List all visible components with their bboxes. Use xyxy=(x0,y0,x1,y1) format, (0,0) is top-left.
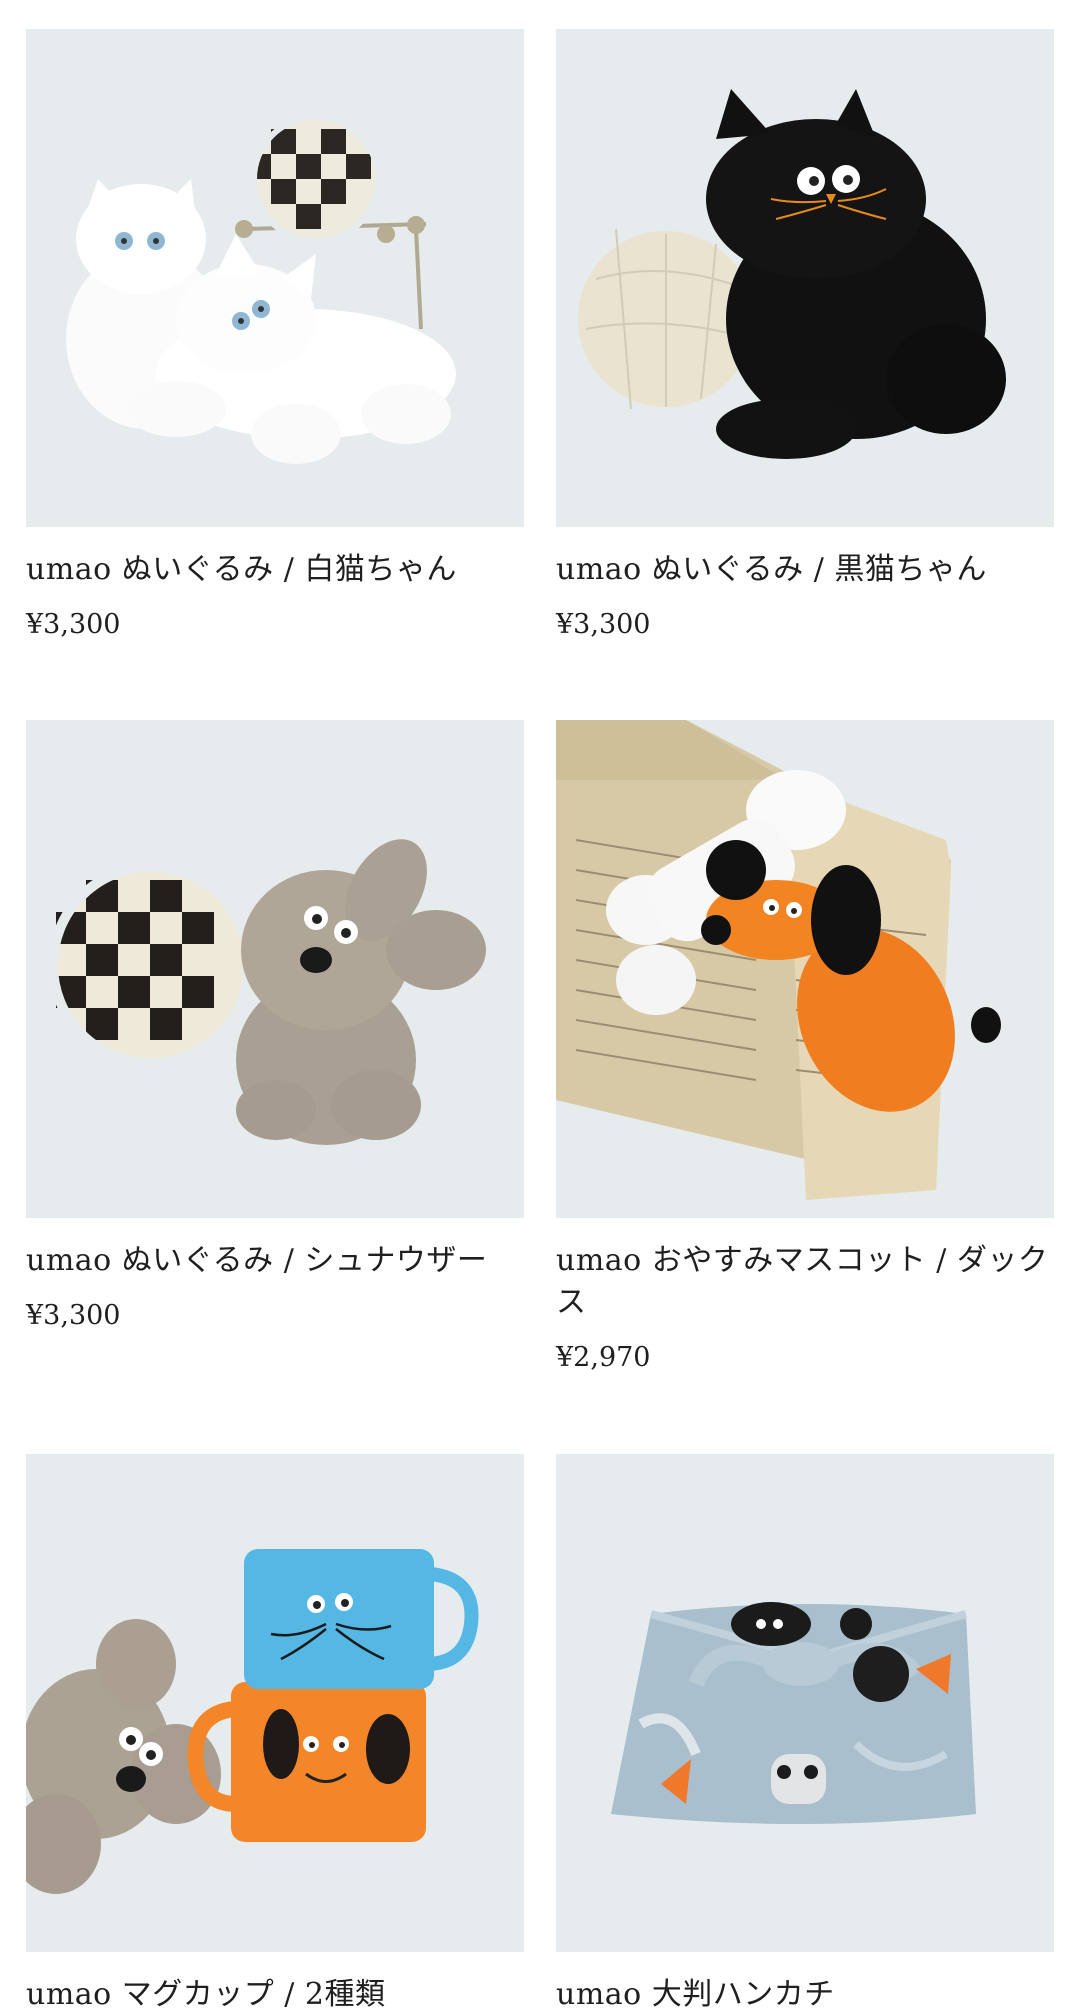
black-cat-plush-image[interactable] xyxy=(556,29,1054,527)
product-card-mug[interactable]: umao マグカップ / 2種類 xyxy=(26,1454,524,2016)
product-title[interactable]: umao ぬいぐるみ / 白猫ちゃん xyxy=(26,549,524,591)
product-title[interactable]: umao ぬいぐるみ / 黒猫ちゃん xyxy=(556,549,1054,591)
product-price: ¥3,300 xyxy=(26,609,121,640)
product-card-black-cat[interactable]: umao ぬいぐるみ / 黒猫ちゃん ¥3,300 xyxy=(556,29,1054,720)
product-grid: umao ぬいぐるみ / 白猫ちゃん ¥3,300 umao ぬいぐるみ / 黒… xyxy=(26,29,1054,2016)
product-price: ¥3,300 xyxy=(26,1300,121,1331)
mug-cups-image[interactable] xyxy=(26,1454,524,1952)
product-card-dachshund[interactable]: umao おやすみマスコット / ダックス ¥2,970 xyxy=(556,720,1054,1454)
dachshund-mascot-image[interactable] xyxy=(556,720,1054,1218)
product-title[interactable]: umao ぬいぐるみ / シュナウザー xyxy=(26,1240,524,1282)
large-handkerchief-image[interactable] xyxy=(556,1454,1054,1952)
product-title[interactable]: umao マグカップ / 2種類 xyxy=(26,1974,524,2016)
white-cat-plush-image[interactable] xyxy=(26,29,524,527)
schnauzer-plush-image[interactable] xyxy=(26,720,524,1218)
product-price: ¥2,970 xyxy=(556,1342,651,1373)
product-title[interactable]: umao おやすみマスコット / ダックス xyxy=(556,1240,1054,1324)
product-card-white-cat[interactable]: umao ぬいぐるみ / 白猫ちゃん ¥3,300 xyxy=(26,29,524,720)
product-title[interactable]: umao 大判ハンカチ xyxy=(556,1974,1054,2016)
product-card-schnauzer[interactable]: umao ぬいぐるみ / シュナウザー ¥3,300 xyxy=(26,720,524,1454)
product-card-handkerchief[interactable]: umao 大判ハンカチ xyxy=(556,1454,1054,2016)
product-price: ¥3,300 xyxy=(556,609,651,640)
